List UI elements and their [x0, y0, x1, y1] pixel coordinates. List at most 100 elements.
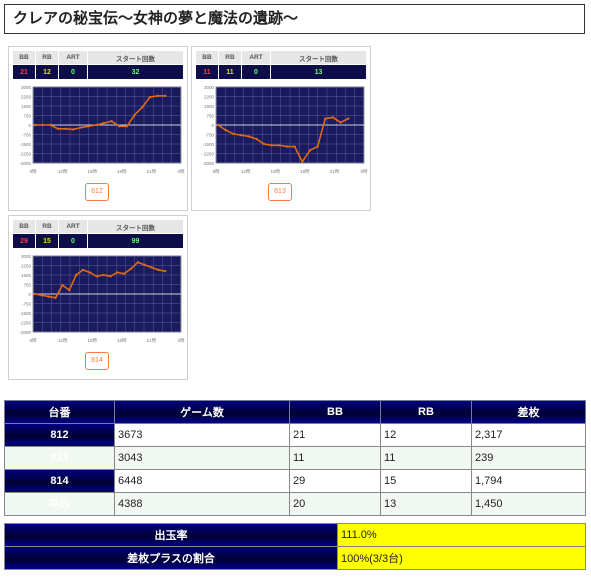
data-point [293, 145, 296, 148]
y-tick-label: 3000 [204, 85, 215, 90]
card-header-table: BB RB ART スタート回数 11 11 0 13 [195, 50, 367, 80]
rb-header: RB [35, 219, 59, 234]
data-point [33, 123, 37, 127]
start-header: スタート回数 [270, 50, 367, 65]
y-tick-label: -2250 [202, 152, 214, 157]
x-tick-label: 18時 [117, 338, 127, 343]
y-tick-label: 3000 [21, 254, 32, 259]
unit-cell: 812 [4, 423, 115, 447]
unit-812-button[interactable]: 812 [85, 183, 109, 201]
bb-value: 29 [12, 233, 36, 249]
data-point [49, 123, 52, 127]
table-row: 814 6448 29 15 1,794 [4, 469, 586, 493]
unit-card-812: BB RB ART スタート回数 21 12 0 32 3000 2250 1500… [8, 46, 188, 211]
data-point [308, 149, 312, 152]
art-value: 0 [58, 64, 88, 80]
games-cell: 3043 [114, 446, 290, 470]
table-row: 812 3673 21 12 2,317 [4, 423, 586, 447]
diff-cell: 239 [471, 446, 586, 470]
data-point [324, 117, 327, 120]
data-point [72, 128, 75, 131]
unit-813-button[interactable]: 813 [268, 183, 292, 201]
bb-cell: 20 [289, 492, 381, 516]
x-tick-label: 15時 [87, 169, 97, 174]
col-header-games: ゲーム数 [114, 400, 290, 424]
rb-cell: 12 [380, 423, 472, 447]
slump-chart: 3000 2250 1500 750 0 -750 -1500 -2250 -3000 9時 12時… [19, 254, 185, 343]
col-header-unit: 台番 [4, 400, 115, 424]
start-value: 99 [87, 233, 184, 249]
x-tick-label: 15時 [270, 169, 280, 174]
bb-cell: 11 [289, 446, 381, 470]
col-header-diff: 差枚 [471, 400, 586, 424]
data-point [157, 268, 160, 272]
x-tick-label: 9時 [29, 169, 37, 174]
x-tick-label: 18時 [300, 169, 310, 174]
x-tick-label: 21時 [147, 169, 157, 174]
y-tick-label: -750 [22, 133, 32, 138]
data-point [87, 125, 90, 128]
start-value: 32 [87, 64, 184, 80]
y-tick-label: 2250 [21, 95, 32, 100]
summary-table: 出玉率 111.0% 差枚プラスの割合 100%(3/3台) [4, 523, 586, 570]
stats-header-row: 台番 ゲーム数 BB RB 差枚 [4, 400, 586, 424]
y-tick-label: 750 [23, 283, 31, 288]
data-point [278, 144, 281, 147]
data-point [54, 296, 57, 299]
data-point [216, 123, 220, 127]
rb-header: RB [35, 50, 59, 65]
diff-cell: 2,317 [471, 423, 586, 447]
y-tick-label: -1500 [19, 142, 31, 147]
x-tick-label: 9時 [212, 169, 220, 174]
bb-value: 11 [195, 64, 219, 80]
y-tick-label: -2250 [19, 321, 31, 326]
rb-header: RB [218, 50, 242, 65]
data-point [56, 127, 60, 130]
data-point [224, 128, 227, 132]
y-tick-label: 0 [211, 123, 214, 128]
bb-header: BB [12, 219, 36, 234]
data-point [285, 145, 289, 148]
unit-814-button[interactable]: 814 [85, 352, 109, 370]
plus-ratio-label: 差枚プラスの割合 [4, 546, 338, 570]
data-point [301, 160, 304, 163]
data-point [156, 94, 159, 98]
y-tick-label: -3000 [19, 161, 31, 166]
rb-value: 11 [218, 64, 242, 80]
data-point [247, 135, 250, 138]
data-point [339, 121, 342, 124]
rb-value: 15 [35, 233, 59, 249]
diff-cell: 1,450 [471, 492, 586, 516]
card-header-table: BB RB ART スタート回数 21 12 0 32 [12, 50, 184, 80]
data-point [125, 125, 129, 128]
rb-cell: 13 [380, 492, 472, 516]
data-point [95, 123, 98, 127]
games-cell: 4388 [114, 492, 290, 516]
x-tick-label: 12時 [241, 169, 251, 174]
table-row: 813 3043 11 11 239 [4, 446, 586, 470]
table-row: 平均 4388 20 13 1,450 [4, 492, 586, 516]
bb-value: 21 [12, 64, 36, 80]
rb-cell: 11 [380, 446, 472, 470]
data-point [232, 132, 235, 136]
data-point [40, 294, 44, 297]
start-header: スタート回数 [87, 219, 184, 234]
art-header: ART [58, 219, 88, 234]
art-header: ART [241, 50, 271, 65]
diff-cell: 1,794 [471, 469, 586, 493]
x-tick-label: 12時 [58, 169, 68, 174]
unit-card-814: BB RB ART スタート回数 29 15 0 99 3000 2250 1500… [8, 215, 188, 380]
x-tick-label: 12時 [58, 338, 68, 343]
col-header-bb: BB [289, 400, 381, 424]
y-tick-label: 3000 [21, 85, 32, 90]
plus-ratio-row: 差枚プラスの割合 100%(3/3台) [4, 546, 586, 570]
data-point [79, 126, 83, 129]
data-point [331, 116, 335, 119]
y-tick-label: -2250 [19, 152, 31, 157]
y-tick-label: -3000 [202, 161, 214, 166]
data-point [122, 272, 126, 275]
unit-cell: 814 [4, 469, 115, 493]
y-tick-label: -3000 [19, 330, 31, 335]
y-tick-label: 1500 [21, 273, 32, 278]
rb-cell: 15 [380, 469, 472, 493]
